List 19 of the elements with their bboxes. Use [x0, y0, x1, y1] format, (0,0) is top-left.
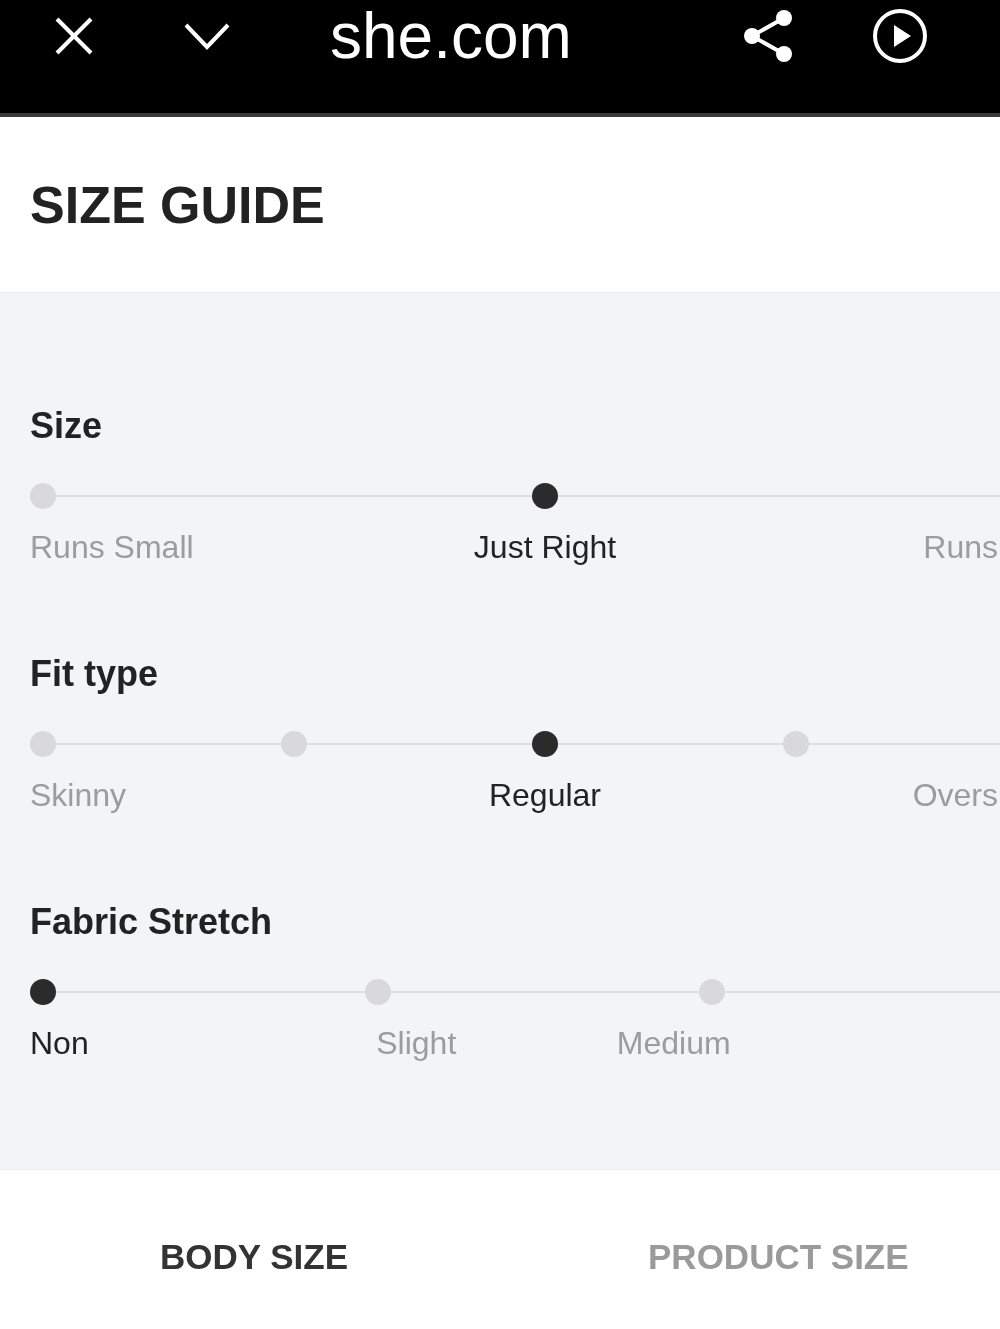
scale-title: Fit type: [30, 652, 158, 696]
scale-label: Regular: [488, 776, 601, 815]
scale-label: Medium: [616, 1024, 731, 1063]
scale-label: Slight: [376, 1024, 457, 1063]
close-icon[interactable]: [55, 17, 93, 55]
scale-label: Overs: [912, 776, 998, 815]
scale-label: Non: [30, 1024, 89, 1063]
chevron-down-icon[interactable]: [183, 22, 231, 50]
scale-title: Size: [30, 404, 103, 448]
play-icon[interactable]: [873, 9, 927, 63]
address-text[interactable]: she.com: [330, 0, 572, 72]
scale-label: Runs Small: [30, 528, 194, 567]
share-icon[interactable]: [743, 9, 793, 63]
size-tab[interactable]: BODY SIZE: [160, 1234, 348, 1279]
scale-label: Runs: [923, 528, 998, 567]
page-title: SIZE GUIDE: [30, 174, 325, 235]
scale-label: Skinny: [30, 776, 127, 815]
scale-title: Fabric Stretch: [30, 900, 273, 944]
scale-label: Just Right: [473, 528, 617, 567]
